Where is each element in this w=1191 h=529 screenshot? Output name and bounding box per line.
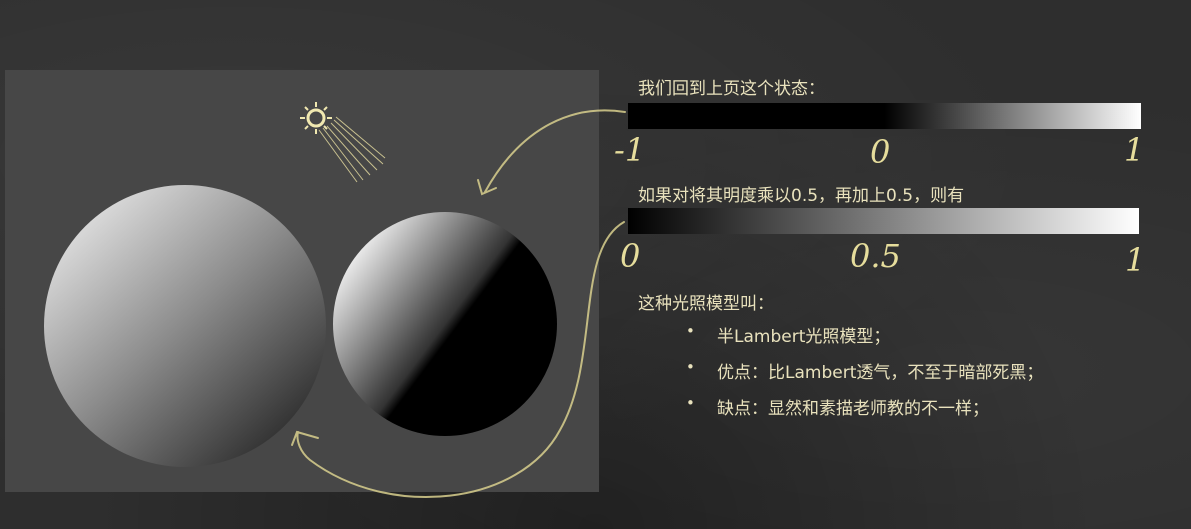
bullet-dot-icon: • — [686, 358, 695, 376]
bullet-text: 缺点：显然和素描老师教的不一样； — [717, 399, 989, 419]
bullet-text: 半Lambert光照模型； — [717, 327, 891, 347]
lambert-sphere — [333, 212, 557, 436]
scale2-left-label: 0 — [620, 237, 641, 275]
sphere-render — [44, 102, 557, 467]
scale1-left-label: -1 — [614, 131, 646, 169]
scale1-mid-label: 0 — [870, 133, 891, 171]
half-lambert-sphere — [44, 185, 326, 467]
model-heading: 这种光照模型叫： — [638, 294, 774, 314]
scale1-right-label: 1 — [1124, 131, 1145, 169]
bullet-dot-icon: • — [686, 394, 695, 412]
bullet-dot-icon: • — [686, 322, 695, 340]
sun-light-icon — [300, 102, 386, 183]
scale2-right-label: 1 — [1125, 241, 1146, 279]
state-heading: 我们回到上页这个状态： — [638, 79, 825, 99]
scale2-mid-label: 0.5 — [850, 237, 901, 275]
lambert-gradient-bar — [628, 103, 1141, 129]
half-lambert-gradient-bar — [628, 208, 1139, 234]
bullet-text: 优点：比Lambert透气，不至于暗部死黑； — [717, 363, 1044, 383]
half-lambert-heading: 如果对将其明度乘以0.5，再加上0.5，则有 — [638, 186, 965, 206]
render-viewport — [5, 70, 599, 492]
